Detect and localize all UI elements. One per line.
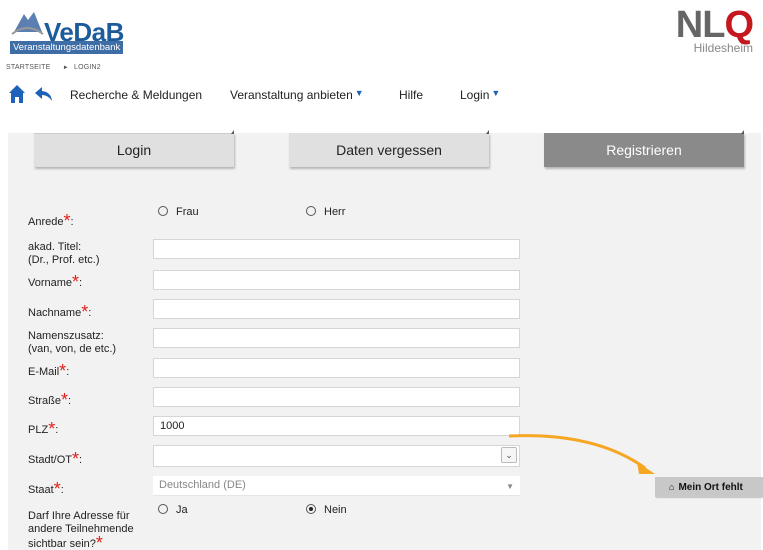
strasse-input[interactable] <box>153 387 520 407</box>
email-label: E-Mail*: <box>28 361 70 381</box>
back-arrow-icon[interactable] <box>34 84 54 104</box>
required-marker: * <box>48 419 56 439</box>
breadcrumb-separator-icon: ► <box>62 65 69 71</box>
nachname-input[interactable] <box>153 299 520 319</box>
adresse-radio-nein[interactable]: Nein <box>306 504 347 516</box>
tab-daten-vergessen[interactable]: Daten vergessen <box>289 133 489 167</box>
anrede-label: Anrede*: <box>28 211 74 231</box>
nav-item-hilfe[interactable]: Hilfe <box>399 88 423 102</box>
namenszusatz-input[interactable] <box>153 328 520 348</box>
caret-down-icon: ▼ <box>491 88 501 98</box>
required-marker: * <box>81 302 89 322</box>
required-marker: * <box>63 211 71 231</box>
tab-corner <box>741 130 744 134</box>
vorname-input[interactable] <box>153 270 520 290</box>
tab-registrieren[interactable]: Registrieren <box>544 133 744 167</box>
titel-input[interactable] <box>153 239 520 259</box>
dropdown-arrow-icon: ▼ <box>506 482 514 491</box>
plz-input[interactable]: 1000 <box>153 416 520 436</box>
breadcrumb-item-login2[interactable]: LOGIN2 <box>74 64 101 71</box>
nlq-q: Q <box>724 4 754 46</box>
email-input[interactable] <box>153 358 520 378</box>
breadcrumb: STARTSEITE ► LOGIN2 <box>6 64 101 71</box>
required-marker: * <box>61 390 69 410</box>
tab-corner <box>231 130 234 134</box>
main-nav: Recherche & Meldungen Veranstaltung anbi… <box>0 82 763 112</box>
staat-label: Staat*: <box>28 479 64 499</box>
staat-select[interactable]: Deutschland (DE) ▼ <box>153 476 520 496</box>
tab-login[interactable]: Login <box>34 133 234 167</box>
namenszusatz-label: Namenszusatz: (van, von, de etc.) <box>28 330 117 355</box>
vorname-label: Vorname*: <box>28 272 83 292</box>
logo-mark-icon <box>11 12 44 35</box>
tab-corner <box>486 130 489 134</box>
radio-circle-icon <box>306 206 316 216</box>
titel-label: akad. Titel: (Dr., Prof. etc.) <box>28 241 100 266</box>
nav-item-recherche[interactable]: Recherche & Meldungen <box>70 88 202 102</box>
home-icon[interactable] <box>8 84 26 104</box>
nav-item-veranstaltung[interactable]: Veranstaltung anbieten ▼ <box>230 88 364 102</box>
stadt-label: Stadt/OT*: <box>28 449 83 469</box>
logo-subtitle: Veranstaltungsdatenbank <box>10 41 124 54</box>
anrede-radio-frau[interactable]: Frau <box>158 206 199 218</box>
nachname-label: Nachname*: <box>28 302 92 322</box>
required-marker: * <box>72 272 80 292</box>
mein-ort-fehlt-button[interactable]: ⌂ Mein Ort fehlt <box>655 477 763 497</box>
strasse-label: Straße*: <box>28 390 72 410</box>
caret-down-icon: ▼ <box>354 88 364 98</box>
required-marker: * <box>95 533 103 550</box>
home-icon: ⌂ <box>669 482 675 492</box>
vedab-logo[interactable]: VeDaB Veranstaltungsdatenbank <box>10 8 140 56</box>
radio-selected-icon <box>306 504 316 514</box>
radio-circle-icon <box>158 206 168 216</box>
hint-arrow-icon <box>508 434 655 474</box>
adresse-sichtbar-label: Darf Ihre Adresse für andere Teilnehmende… <box>28 510 134 550</box>
plz-label: PLZ*: <box>28 419 59 439</box>
nlq-logo[interactable]: NLQ Hildesheim <box>675 4 754 54</box>
stadt-select[interactable]: ⌄ <box>153 445 520 467</box>
nlq-main: NL <box>675 4 726 46</box>
radio-circle-icon <box>158 504 168 514</box>
nav-item-login[interactable]: Login ▼ <box>460 88 500 102</box>
required-marker: * <box>72 449 80 469</box>
adresse-radio-ja[interactable]: Ja <box>158 504 188 516</box>
required-marker: * <box>53 479 61 499</box>
breadcrumb-item-startseite[interactable]: STARTSEITE <box>6 64 51 71</box>
required-marker: * <box>59 361 67 381</box>
anrede-radio-herr[interactable]: Herr <box>306 206 345 218</box>
